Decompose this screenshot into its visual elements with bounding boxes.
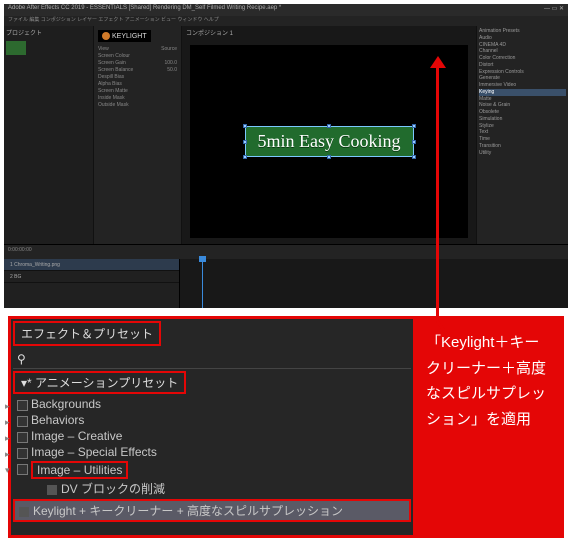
preset-icon <box>19 507 29 517</box>
preset-item[interactable]: DV ブロックの削減 <box>13 480 411 497</box>
composition-tab[interactable]: コンポジション 1 <box>182 26 476 39</box>
effects-tree[interactable]: Animation Presets Audio CINEMA 4D Channe… <box>479 28 566 156</box>
tree-row[interactable]: Matte <box>479 96 566 103</box>
tree-row[interactable]: Obsolete <box>479 109 566 116</box>
transform-handle[interactable] <box>243 155 247 159</box>
project-panel[interactable]: プロジェクト <box>4 26 94 244</box>
tree-row[interactable]: Expression Controls <box>479 69 566 76</box>
composition-viewer[interactable]: 5min Easy Cooking <box>190 45 468 238</box>
preset-item-highlight[interactable]: Keylight + キークリーナー + 高度なスピルサプレッション <box>13 499 411 522</box>
preset-folder-open[interactable]: ▾Image – Utilities <box>13 460 411 480</box>
open-folder-highlight: Image – Utilities <box>31 461 128 479</box>
preset-folder[interactable]: ▸Behaviors <box>13 412 411 428</box>
transform-handle[interactable] <box>243 140 247 144</box>
layer-row[interactable]: 2 BG <box>4 271 179 283</box>
preset-search-field[interactable]: ⚲ <box>13 350 411 369</box>
tree-row[interactable]: Simulation <box>479 116 566 123</box>
window-titlebar: Adobe After Effects CC 2019 - ESSENTIALS… <box>4 4 568 16</box>
effects-presets-panel[interactable]: Animation Presets Audio CINEMA 4D Channe… <box>476 26 568 244</box>
keylight-label: KEYLIGHT <box>112 33 147 40</box>
timeline-header: 0:00:00:00 <box>4 245 568 259</box>
search-icon: ⚲ <box>17 352 26 366</box>
timecode[interactable]: 0:00:00:00 <box>8 247 32 257</box>
project-panel-header: プロジェクト <box>4 26 93 39</box>
title-card-text: 5min Easy Cooking <box>258 131 401 151</box>
transform-handle[interactable] <box>412 124 416 128</box>
effect-controls-panel[interactable]: KEYLIGHT ViewSource Screen Colour Screen… <box>94 26 182 244</box>
disclosure-open-icon[interactable]: ▾ <box>5 465 10 476</box>
transform-handle[interactable] <box>412 140 416 144</box>
layer-row[interactable]: 1 Chroma_Writing.png <box>4 259 179 271</box>
menubar[interactable]: ファイル 編集 コンポジション レイヤー エフェクト アニメーション ビュー ウ… <box>4 16 568 26</box>
layer-list[interactable]: 1 Chroma_Writing.png 2 BG <box>4 259 180 308</box>
panel-title-highlight: エフェクト＆プリセット <box>13 321 161 346</box>
tree-row[interactable]: Generate <box>479 75 566 82</box>
disclosure-icon[interactable]: ▸ <box>5 433 10 444</box>
tree-row[interactable]: Audio <box>479 35 566 42</box>
preset-tree[interactable]: ▸Backgrounds ▸Behaviors ▸Image – Creativ… <box>13 396 411 522</box>
keylight-logo-icon <box>102 32 110 40</box>
preset-folder[interactable]: ▸Backgrounds <box>13 396 411 412</box>
effects-presets-detail-panel: エフェクト＆プリセット ⚲ ▾* アニメーションプリセット ▸Backgroun… <box>8 316 416 538</box>
tree-row[interactable]: Distort <box>479 62 566 69</box>
timeline-tracks[interactable] <box>180 259 568 308</box>
annotation-arrow-head-icon <box>430 56 446 68</box>
disclosure-icon[interactable]: ▸ <box>5 401 10 412</box>
transform-handle[interactable] <box>412 155 416 159</box>
window-title: Adobe After Effects CC 2019 - ESSENTIALS… <box>8 5 281 15</box>
preset-icon <box>47 485 57 495</box>
tree-row[interactable]: Transition <box>479 143 566 150</box>
tree-row[interactable]: CINEMA 4D <box>479 42 566 49</box>
preset-folder[interactable]: ▸Image – Creative <box>13 428 411 444</box>
tree-row[interactable]: Color Correction <box>479 55 566 62</box>
window-controls[interactable]: — ▭ ✕ <box>544 5 564 15</box>
tree-row-selected[interactable]: Keying <box>479 89 566 96</box>
preset-folder[interactable]: ▸Image – Special Effects <box>13 444 411 460</box>
tree-row[interactable]: Animation Presets <box>479 28 566 35</box>
category-highlight[interactable]: ▾* アニメーションプリセット <box>13 371 186 394</box>
project-thumbnail[interactable] <box>6 41 26 55</box>
timeline-panel[interactable]: 0:00:00:00 1 Chroma_Writing.png 2 BG <box>4 244 568 308</box>
tree-row[interactable]: Time <box>479 136 566 143</box>
effect-properties[interactable]: ViewSource Screen Colour Screen Gain100.… <box>96 44 179 111</box>
annotation-arrow-line <box>436 64 439 324</box>
tree-row[interactable]: Utility <box>479 150 566 157</box>
selected-layer[interactable]: 5min Easy Cooking <box>246 127 413 156</box>
annotation-group: エフェクト＆プリセット ⚲ ▾* アニメーションプリセット ▸Backgroun… <box>8 316 564 538</box>
keylight-plugin-badge: KEYLIGHT <box>98 30 151 42</box>
tree-row[interactable]: Stylize <box>479 123 566 130</box>
tree-row[interactable]: Channel <box>479 48 566 55</box>
transform-handle[interactable] <box>243 124 247 128</box>
after-effects-window: Adobe After Effects CC 2019 - ESSENTIALS… <box>4 4 568 308</box>
workspace: プロジェクト KEYLIGHT ViewSource Screen Colour… <box>4 26 568 244</box>
disclosure-icon[interactable]: ▸ <box>5 417 10 428</box>
callout-text: 「Keylight＋キークリーナー＋高度なスピルサプレッション」を適用 <box>426 334 546 428</box>
playhead[interactable] <box>202 259 203 308</box>
annotation-callout: 「Keylight＋キークリーナー＋高度なスピルサプレッション」を適用 <box>416 316 564 538</box>
disclosure-icon[interactable]: ▸ <box>5 449 10 460</box>
transform-handle[interactable] <box>327 155 331 159</box>
tree-row[interactable]: Noise & Grain <box>479 102 566 109</box>
tree-row[interactable]: Text <box>479 129 566 136</box>
tree-row[interactable]: Immersive Video <box>479 82 566 89</box>
transform-handle[interactable] <box>327 124 331 128</box>
